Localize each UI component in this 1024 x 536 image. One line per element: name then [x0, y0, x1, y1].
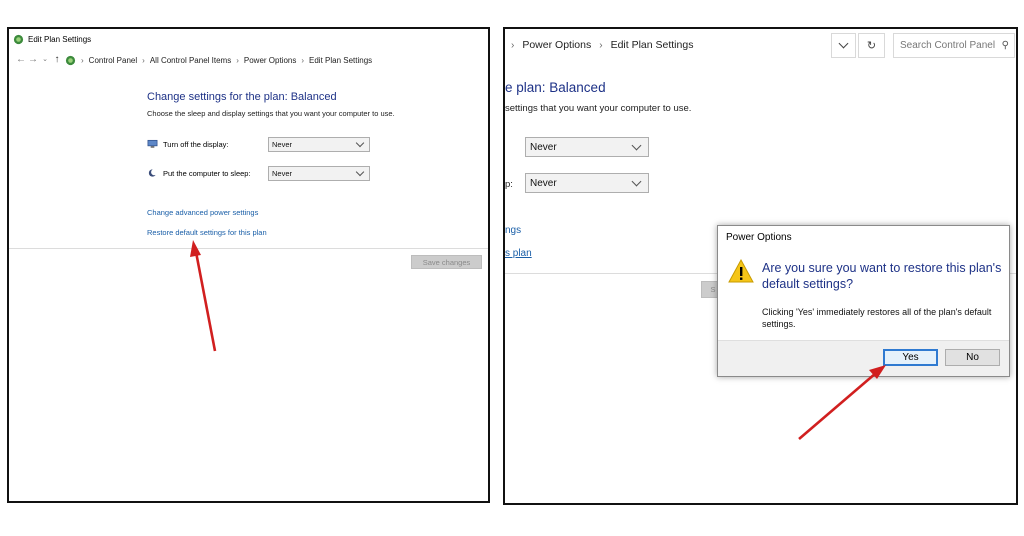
breadcrumb-power-options[interactable]: Power Options — [244, 56, 296, 65]
breadcrumb-separator: › — [511, 39, 515, 51]
dialog-title: Power Options — [726, 232, 792, 243]
display-timeout-select[interactable]: Never — [525, 137, 649, 157]
dialog-main-instruction: Are you sure you want to restore this pl… — [762, 261, 1002, 291]
sleep-setting-label: Put the computer to sleep: — [147, 168, 251, 178]
display-timeout-select[interactable]: Never — [268, 137, 370, 152]
sleep-timeout-select[interactable]: Never — [525, 173, 649, 193]
up-arrow-icon[interactable]: ↑ — [51, 53, 63, 67]
footer-divider — [9, 248, 488, 249]
page-heading-partial: e plan: Balanced — [505, 80, 606, 95]
confirm-dialog: Power Options Are you sure you want to r… — [717, 225, 1010, 377]
chevron-down-icon — [631, 176, 642, 186]
chevron-down-icon — [838, 38, 849, 49]
display-icon — [147, 139, 158, 148]
save-button-partial-label: S — [710, 285, 716, 294]
chevron-down-icon — [355, 138, 365, 148]
sleep-label: Put the computer to sleep: — [163, 168, 251, 178]
title-bar: Edit Plan Settings — [13, 31, 91, 47]
yes-button[interactable]: Yes — [883, 349, 938, 366]
advanced-settings-link[interactable]: Change advanced power settings — [147, 208, 258, 217]
window-title: Edit Plan Settings — [28, 34, 92, 44]
breadcrumb-separator: › — [301, 55, 305, 65]
breadcrumb-power-options[interactable]: Power Options — [522, 39, 591, 51]
search-icon: ⚲ — [1001, 40, 1009, 51]
refresh-button[interactable]: ↻ — [858, 33, 885, 58]
dialog-footer: Yes No — [718, 340, 1009, 376]
left-screenshot: Edit Plan Settings ← → ⌄ ↑ › Control Pan… — [7, 27, 490, 503]
breadcrumb-all-items[interactable]: All Control Panel Items — [150, 56, 231, 65]
display-label: Turn off the display: — [163, 139, 229, 149]
sleep-timeout-select[interactable]: Never — [268, 166, 370, 181]
breadcrumb-edit-plan[interactable]: Edit Plan Settings — [309, 56, 372, 65]
display-setting-label: Turn off the display: — [147, 139, 228, 149]
no-button[interactable]: No — [945, 349, 1000, 366]
breadcrumb-separator: › — [142, 55, 145, 65]
breadcrumb-separator: › — [236, 55, 239, 65]
breadcrumb-separator: › — [81, 55, 84, 65]
advanced-settings-link-partial[interactable]: ngs — [505, 225, 521, 236]
warning-icon — [728, 259, 754, 283]
sleep-timeout-value: Never — [530, 177, 557, 189]
moon-icon — [148, 168, 158, 177]
sleep-timeout-value: Never — [272, 169, 293, 178]
restore-defaults-link-partial[interactable]: s plan — [505, 248, 532, 259]
search-input[interactable]: Search Control Panel ⚲ — [893, 33, 1015, 58]
dialog-content-text: Clicking 'Yes' immediately restores all … — [762, 307, 992, 329]
breadcrumb: › Power Options › Edit Plan Settings — [511, 39, 693, 51]
forward-arrow-icon[interactable]: → — [27, 53, 39, 67]
page-description-partial: settings that you want your computer to … — [505, 103, 692, 114]
save-changes-button[interactable]: Save changes — [411, 255, 482, 269]
power-options-icon — [13, 34, 24, 44]
sleep-label-partial: p: — [505, 179, 513, 190]
recent-dropdown-icon[interactable]: ⌄ — [39, 53, 51, 67]
search-placeholder: Search Control Panel — [900, 40, 996, 51]
breadcrumb-edit-plan[interactable]: Edit Plan Settings — [611, 39, 694, 51]
control-panel-icon — [65, 55, 76, 65]
address-dropdown-button[interactable] — [831, 33, 856, 58]
chevron-down-icon — [355, 167, 365, 177]
breadcrumb-control-panel[interactable]: Control Panel — [89, 56, 137, 65]
page-heading: Change settings for the plan: Balanced — [147, 91, 337, 103]
display-timeout-value: Never — [272, 140, 293, 149]
breadcrumb-separator: › — [599, 39, 603, 51]
restore-defaults-link[interactable]: Restore default settings for this plan — [147, 228, 267, 237]
chevron-down-icon — [631, 140, 642, 150]
page-description: Choose the sleep and display settings th… — [147, 109, 395, 118]
refresh-icon: ↻ — [866, 40, 877, 52]
navigation-bar: ← → ⌄ ↑ › Control Panel › All Control Pa… — [9, 49, 488, 71]
display-timeout-value: Never — [530, 141, 557, 153]
back-arrow-icon[interactable]: ← — [15, 53, 27, 67]
